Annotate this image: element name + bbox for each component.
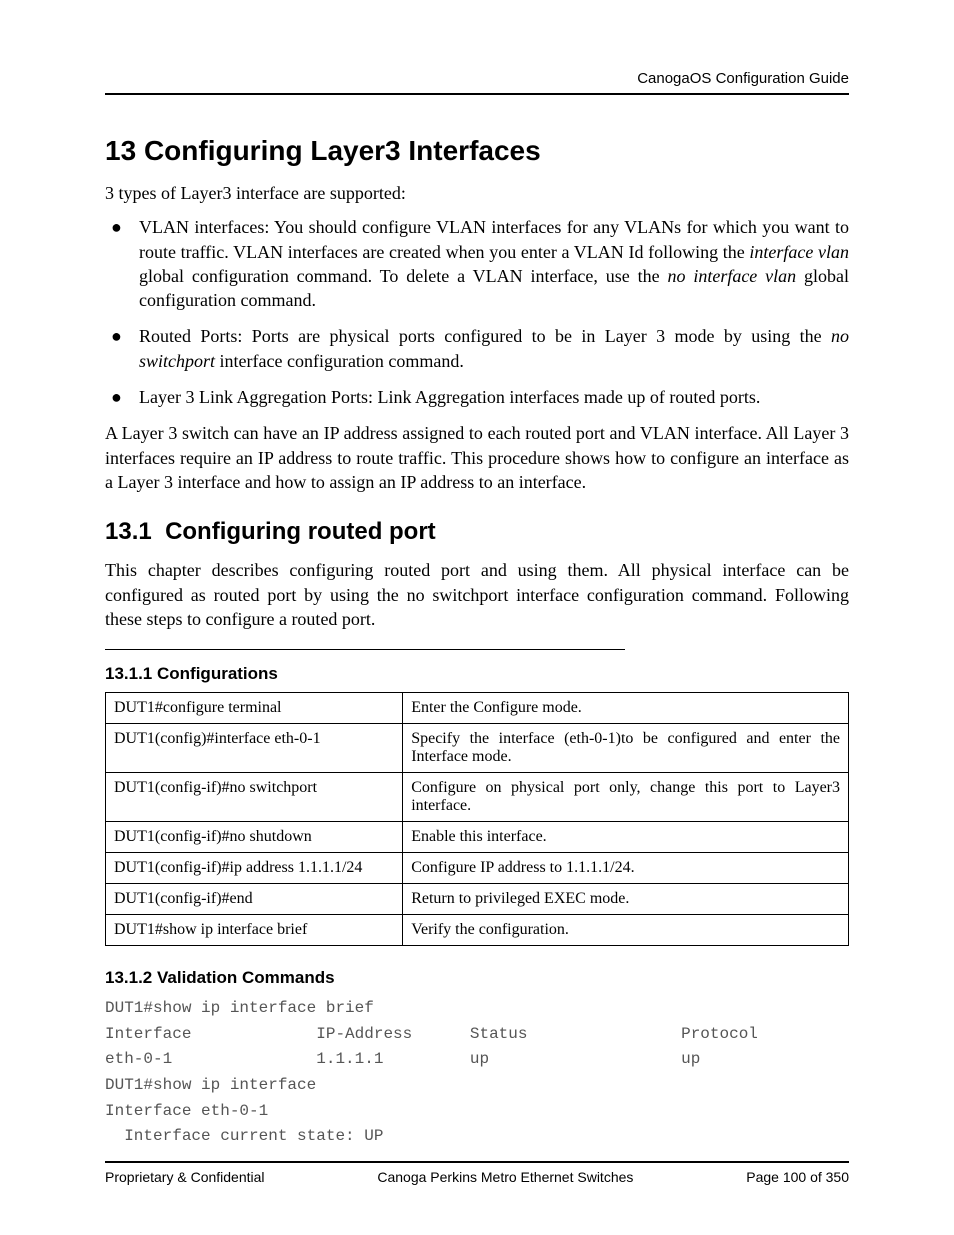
cmd-cell: DUT1#show ip interface brief [106,915,403,946]
subsection-title: Configurations [157,664,278,683]
validation-output: DUT1#show ip interface brief Interface I… [105,996,849,1150]
chapter-title: Configuring Layer3 Interfaces [144,135,541,166]
separator-rule [105,649,625,650]
cmd-cell: DUT1#configure terminal [106,693,403,724]
subsection-number: 13.1.1 [105,664,152,683]
section-number: 13.1 [105,518,152,545]
page-header: CanogaOS Configuration Guide [105,70,849,95]
desc-cell: Specify the interface (eth-0-1)to be con… [403,724,849,773]
config-table: DUT1#configure terminalEnter the Configu… [105,692,849,946]
subsection-number: 13.1.2 [105,968,152,987]
table-row: DUT1(config-if)#ip address 1.1.1.1/24Con… [106,853,849,884]
table-row: DUT1(config-if)#no shutdownEnable this i… [106,822,849,853]
italic-term: no interface vlan [667,266,796,286]
subsection-heading: 13.1.2 Validation Commands [105,968,849,988]
page-footer: Proprietary & Confidential Canoga Perkin… [105,1161,849,1185]
table-row: DUT1#show ip interface briefVerify the c… [106,915,849,946]
subsection-title: Validation Commands [157,968,335,987]
text: Routed Ports: Ports are physical ports c… [139,326,831,346]
footer-center: Canoga Perkins Metro Ethernet Switches [377,1169,633,1185]
list-item: VLAN interfaces: You should configure VL… [105,215,849,312]
desc-cell: Verify the configuration. [403,915,849,946]
page: CanogaOS Configuration Guide 13 Configur… [0,0,954,1235]
section-title: Configuring routed port [165,518,436,545]
subsection-heading: 13.1.1 Configurations [105,664,849,684]
table-row: DUT1(config-if)#no switchportConfigure o… [106,773,849,822]
table-row: DUT1#configure terminalEnter the Configu… [106,693,849,724]
cmd-cell: DUT1(config-if)#end [106,884,403,915]
desc-cell: Enter the Configure mode. [403,693,849,724]
italic-term: interface vlan [749,242,849,262]
text: global configuration command. To delete … [139,266,667,286]
header-right-text: CanogaOS Configuration Guide [637,70,849,87]
bullet-list: VLAN interfaces: You should configure VL… [105,215,849,409]
desc-cell: Configure on physical port only, change … [403,773,849,822]
text: VLAN interfaces: You should configure VL… [139,217,849,261]
footer-left: Proprietary & Confidential [105,1169,265,1185]
desc-cell: Configure IP address to 1.1.1.1/24. [403,853,849,884]
table-row: DUT1(config)#interface eth-0-1Specify th… [106,724,849,773]
section-intro: This chapter describes configuring route… [105,558,849,631]
chapter-number: 13 [105,135,136,166]
footer-right: Page 100 of 350 [746,1169,849,1185]
list-item: Routed Ports: Ports are physical ports c… [105,324,849,373]
table-row: DUT1(config-if)#endReturn to privileged … [106,884,849,915]
cmd-cell: DUT1(config-if)#no switchport [106,773,403,822]
cmd-cell: DUT1(config-if)#ip address 1.1.1.1/24 [106,853,403,884]
cmd-cell: DUT1(config)#interface eth-0-1 [106,724,403,773]
chapter-intro: 3 types of Layer3 interface are supporte… [105,181,849,205]
section-heading: 13.1 Configuring routed port [105,518,849,546]
chapter-para2: A Layer 3 switch can have an IP address … [105,421,849,494]
text: interface configuration command. [215,351,464,371]
cmd-cell: DUT1(config-if)#no shutdown [106,822,403,853]
desc-cell: Enable this interface. [403,822,849,853]
desc-cell: Return to privileged EXEC mode. [403,884,849,915]
chapter-heading: 13 Configuring Layer3 Interfaces [105,135,849,167]
list-item: Layer 3 Link Aggregation Ports: Link Agg… [105,385,849,409]
